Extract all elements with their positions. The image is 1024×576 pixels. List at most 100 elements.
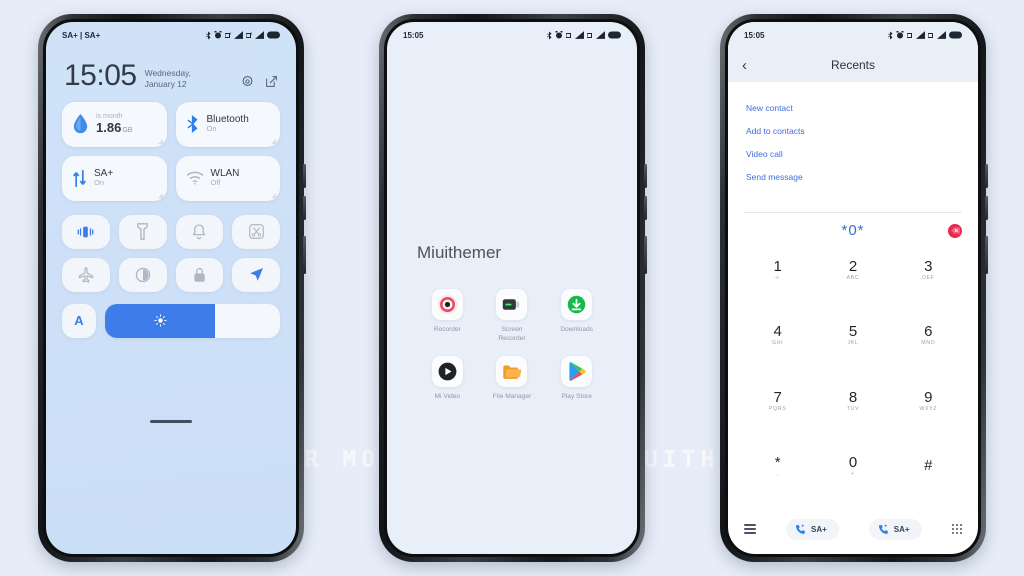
tile-resize-corner: [271, 192, 276, 198]
app-play-store[interactable]: Play Store: [544, 355, 609, 402]
quick-tile-airplane[interactable]: [62, 257, 110, 292]
action-video-call[interactable]: Video call: [728, 142, 978, 165]
tile-data-value: 1.86: [96, 119, 122, 135]
alarm-icon: [896, 31, 904, 39]
sim2-signal-icon: [596, 31, 605, 39]
bluetooth-icon: [206, 31, 211, 39]
sim2-icon: 2: [246, 32, 252, 38]
quick-tile-vibrate[interactable]: [62, 214, 110, 249]
quick-tile-flashlight[interactable]: [118, 214, 167, 249]
key-1[interactable]: 1 ∞: [740, 251, 815, 288]
tile-data-usage[interactable]: is month 1.86GB: [62, 101, 167, 147]
action-add-to-contacts[interactable]: Add to contacts: [728, 119, 978, 142]
home-indicator[interactable]: [150, 419, 192, 423]
tile-wlan-state: Off: [210, 178, 221, 188]
volume-up-button[interactable]: [985, 164, 988, 188]
app-screen-recorder[interactable]: Screen Recorder: [480, 289, 545, 344]
tile-wlan[interactable]: WLAN Off: [175, 155, 280, 201]
location-icon: [249, 268, 263, 281]
quick-tile-dark-mode[interactable]: [118, 257, 167, 292]
app-downloads[interactable]: Downloads: [544, 289, 609, 344]
sim1-icon: [566, 32, 571, 38]
call-button-sim2[interactable]: SA+: [868, 518, 922, 540]
clock-time: 15:05: [64, 59, 137, 92]
key-0[interactable]: 0 +: [815, 448, 890, 485]
phone-call-icon: [795, 523, 805, 534]
key-8[interactable]: 8 TUV: [815, 382, 890, 419]
tile-resize-corner: [271, 138, 276, 144]
tile-mobile-data[interactable]: SA+ On: [62, 155, 167, 201]
tile-bluetooth[interactable]: Bluetooth On: [175, 101, 280, 147]
action-send-message[interactable]: Send message: [728, 165, 978, 188]
volume-up-button[interactable]: [303, 164, 306, 188]
app-mi-video[interactable]: Mi Video: [415, 355, 480, 402]
app-label: Recorder: [433, 326, 461, 333]
phone-call-icon: [878, 523, 888, 534]
key-hash[interactable]: #: [891, 448, 966, 485]
flashlight-icon: [137, 223, 148, 240]
auto-brightness-button[interactable]: A: [62, 303, 96, 338]
key-9[interactable]: 9 WXYZ: [891, 382, 966, 419]
quick-tile-dnd[interactable]: [175, 214, 224, 249]
edit-icon[interactable]: [265, 75, 278, 88]
volume-up-button[interactable]: [644, 164, 647, 188]
call-button-label: SA+: [893, 524, 910, 534]
bluetooth-icon: [186, 115, 197, 133]
dialed-number[interactable]: *0*: [746, 222, 960, 239]
app-label: File Manager: [492, 392, 532, 400]
back-icon[interactable]: ‹: [742, 58, 747, 73]
key-7[interactable]: 7 PQRS: [740, 382, 815, 419]
key-sub: PQRS: [768, 405, 787, 412]
app-grid: Recorder Screen Recorder Downloads Mi Vi…: [387, 263, 637, 402]
status-icons: 1 2: [206, 31, 280, 40]
status-bar: 15:05: [387, 22, 637, 48]
sim1-signal-icon: [575, 31, 584, 39]
key-4[interactable]: 4 GHI: [740, 317, 815, 354]
action-new-contact[interactable]: New contact: [728, 96, 978, 119]
settings-gear-icon[interactable]: [241, 75, 254, 88]
key-6[interactable]: 6 MNO: [891, 317, 966, 354]
folder-name[interactable]: Miuithemer: [387, 48, 637, 263]
quick-tile-location[interactable]: [232, 257, 280, 292]
volume-down-button[interactable]: [985, 196, 988, 220]
status-time: 15:05: [403, 30, 424, 40]
call-button-sim1[interactable]: SA+: [786, 518, 839, 540]
quick-tile-lock[interactable]: [175, 257, 224, 292]
key-5[interactable]: 5 JKL: [815, 317, 890, 354]
key-sub: JKL: [847, 340, 859, 346]
key-num: 1: [773, 257, 782, 275]
clock-date: Wednesday, January 12: [144, 68, 192, 89]
app-label: Play Store: [561, 392, 592, 400]
brightness-slider[interactable]: [105, 303, 280, 338]
svg-text:1: 1: [230, 32, 232, 36]
delete-button[interactable]: [948, 223, 962, 238]
airplane-icon: [78, 266, 94, 282]
key-num: 6: [924, 323, 933, 340]
key-sub: ∞: [775, 274, 780, 281]
battery-icon: [608, 31, 621, 39]
backspace-icon: [950, 227, 960, 234]
keypad-icon[interactable]: [951, 523, 962, 535]
menu-icon[interactable]: [744, 524, 756, 534]
app-label: Screen Recorder: [498, 326, 526, 342]
key-star[interactable]: *,: [740, 448, 815, 485]
volume-down-button[interactable]: [303, 196, 306, 220]
power-button[interactable]: [985, 236, 988, 274]
page-title: Recents: [830, 58, 876, 72]
quick-tile-screenshot[interactable]: [232, 214, 280, 249]
key-sub: DEF: [922, 274, 935, 281]
power-button[interactable]: [303, 236, 306, 274]
phone-dialer: 15:05 ‹ Recents New contact Add to conta…: [720, 14, 988, 562]
key-3[interactable]: 3 DEF: [891, 251, 966, 288]
sun-icon: [154, 314, 167, 327]
play-store-icon: [561, 355, 593, 387]
volume-down-button[interactable]: [644, 196, 647, 220]
key-sub: MNO: [921, 340, 936, 346]
key-2[interactable]: 2 ABC: [815, 251, 890, 288]
key-num: 4: [773, 323, 782, 340]
dark-mode-icon: [135, 267, 150, 282]
app-file-manager[interactable]: File Manager: [480, 355, 545, 402]
app-recorder[interactable]: Recorder: [415, 289, 480, 344]
sim2-signal-icon: [937, 31, 946, 39]
power-button[interactable]: [644, 236, 647, 274]
